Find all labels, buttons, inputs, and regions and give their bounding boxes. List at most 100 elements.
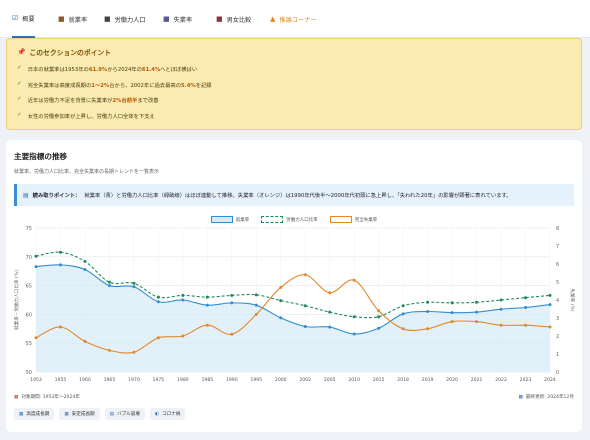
- series-point: [181, 298, 185, 302]
- chip-icon: ▤: [109, 411, 114, 417]
- y-left-tick: 50: [26, 370, 32, 376]
- key-point-text: 女性の労働参加率が上昇し、労働力人口全体を下支え: [27, 113, 155, 120]
- series-point: [83, 259, 87, 263]
- tab-icon: ☑: [12, 13, 19, 22]
- period-chip[interactable]: ◐ コロナ禍: [149, 408, 186, 420]
- x-tick: 1965: [104, 377, 116, 383]
- chip-label: 安定成長期: [71, 412, 95, 417]
- y-right-tick: 8: [556, 226, 559, 232]
- x-tick: 1953: [30, 377, 42, 383]
- series-point: [499, 323, 503, 327]
- series-point: [279, 316, 283, 320]
- legend-item[interactable]: 就業率: [210, 216, 250, 223]
- period-chip[interactable]: ▦ 安定成長期: [59, 408, 100, 420]
- tab-label: 就業率: [68, 16, 88, 24]
- x-tick: 1975: [153, 377, 165, 383]
- series-point: [303, 273, 307, 277]
- series-point: [107, 280, 111, 284]
- series-point: [107, 284, 111, 288]
- series-point: [401, 304, 405, 308]
- series-point: [58, 325, 62, 329]
- x-tick: 2024: [544, 377, 556, 383]
- check-icon: ✓: [17, 65, 22, 71]
- series-point: [524, 305, 528, 309]
- tab-icon: ■: [58, 14, 65, 23]
- series-point: [352, 278, 356, 282]
- legend-swatch: [261, 216, 284, 223]
- indicators-card: 主要指標の推移 就業率、労働力人口比率、完全失業率の長期トレンドを一覧表示 ▤ …: [6, 140, 582, 432]
- series-point: [230, 293, 234, 297]
- y-right-label: 失業率 (%): [569, 288, 576, 311]
- legend-item[interactable]: 完全失業率: [329, 216, 378, 223]
- tab-5[interactable]: ▲ 推論コーナー: [270, 0, 317, 38]
- note-label: 読み取りポイント：: [32, 193, 81, 199]
- legend-label: 就業率: [235, 217, 250, 223]
- legend-label: 完全失業率: [354, 217, 378, 223]
- tab-icon: ■: [163, 14, 170, 23]
- legend-swatch: [329, 216, 352, 223]
- y-left-tick: 70: [26, 255, 32, 261]
- x-tick: 2021: [471, 377, 483, 383]
- series-point: [34, 265, 38, 269]
- indicators-chart: 50 55 60 65 70 75 0 1 2 3 4 5 6 7 8 1953 1955 1960 1965 197…: [13, 226, 576, 383]
- series-point: [107, 348, 111, 352]
- series-point: [83, 267, 87, 271]
- chip-icon: ◐: [154, 411, 159, 417]
- updated-info: ▦ 最終更新: 2024年12月: [518, 394, 574, 401]
- tab-icon: ▲: [270, 14, 276, 23]
- key-point-text: 日本の就業率は1953年の61.9%から2024年の61.4%へとほぼ横ばい: [27, 67, 198, 73]
- y-right-tick: 6: [556, 262, 559, 268]
- x-tick: 2020: [446, 377, 458, 383]
- series-point: [377, 315, 381, 319]
- y-left-tick: 55: [26, 341, 32, 347]
- check-icon: ✓: [17, 111, 22, 118]
- chip-label: 高度成長期: [26, 412, 50, 417]
- tab-label: 男女比較: [226, 16, 252, 24]
- tab-1[interactable]: ■ 就業率: [58, 0, 87, 38]
- series-point: [156, 336, 160, 340]
- y-right-tick: 3: [556, 316, 559, 322]
- x-tick: 1995: [250, 377, 262, 383]
- series-point: [328, 325, 332, 329]
- key-point-text: 近年は労働力不足を背景に失業率が2%台前半まで改善: [27, 98, 159, 104]
- x-tick: 2019: [422, 377, 434, 383]
- x-tick: 1970: [128, 377, 140, 383]
- period-info: ▦ 対象期間: 1953年〜2024年: [14, 394, 80, 401]
- series-point: [450, 311, 454, 315]
- chip-icon: ▦: [19, 411, 24, 417]
- series-point: [279, 299, 283, 303]
- series-point: [499, 298, 503, 302]
- check-icon: ✓: [17, 96, 22, 102]
- series-point: [303, 324, 307, 328]
- chip-label: バブル崩壊: [117, 412, 140, 417]
- x-tick: 2018: [397, 377, 409, 383]
- series-point: [426, 310, 430, 314]
- series-point: [58, 250, 62, 254]
- y-right-tick: 1: [556, 352, 559, 358]
- x-tick: 1980: [177, 377, 189, 383]
- period-chip[interactable]: ▤ バブル崩壊: [104, 408, 145, 420]
- tab-label: 労働力人口: [114, 16, 146, 24]
- series-point: [401, 312, 405, 316]
- card-subtitle: 就業率、労働力人口比率、完全失業率の長期トレンドを一覧表示: [14, 169, 160, 175]
- tab-4[interactable]: ■ 男女比較: [216, 0, 251, 38]
- tab-2[interactable]: ■ 労働力人口: [104, 0, 146, 38]
- legend-item[interactable]: 労働力人口比率: [261, 216, 318, 223]
- x-tick: 1985: [201, 377, 213, 383]
- y-left-tick: 65: [26, 284, 32, 290]
- series-point: [132, 285, 136, 289]
- series-point: [34, 336, 38, 340]
- series-point: [377, 309, 381, 313]
- card-title: 主要指標の推移: [14, 152, 68, 161]
- tab-bar: ☑ 概要 ■ 就業率 ■ 労働力人口 ■ 失業率 ■ 男女比較 ▲ 推論コーナー: [0, 0, 590, 38]
- series-point: [181, 293, 185, 297]
- tab-0[interactable]: ☑ 概要: [12, 0, 35, 38]
- series-point: [426, 300, 430, 304]
- tab-3[interactable]: ■ 失業率: [163, 0, 192, 38]
- pin-icon: 📌: [17, 48, 26, 56]
- series-point: [58, 263, 62, 267]
- key-points-list: ✓ 日本の就業率は1953年の61.9%から2024年の61.4%へとほぼ横ばい ✓…: [17, 65, 212, 127]
- series-point: [524, 296, 528, 300]
- series-point: [328, 291, 332, 295]
- period-chip[interactable]: ▦ 高度成長期: [14, 408, 55, 420]
